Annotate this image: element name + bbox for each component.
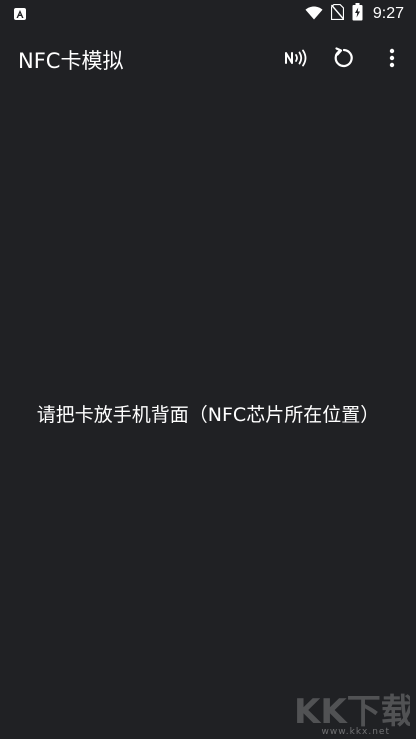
battery-charging-icon — [352, 3, 363, 25]
nfc-button[interactable] — [272, 36, 320, 84]
more-options-button[interactable] — [368, 36, 416, 84]
refresh-button[interactable] — [320, 36, 368, 84]
no-sim-icon — [330, 3, 344, 24]
refresh-icon — [333, 47, 355, 73]
watermark-url: www.kkx.net — [321, 727, 390, 737]
app-bar: NFC卡模拟 — [0, 28, 416, 92]
screen: 9:27 NFC卡模拟 请把卡放手机背面（NFC芯片所在位置） KK下载 www… — [0, 0, 416, 739]
status-clock: 9:27 — [372, 5, 404, 22]
status-left — [14, 8, 26, 20]
wifi-icon — [305, 5, 323, 24]
more-vert-icon — [389, 48, 395, 72]
place-card-message: 请把卡放手机背面（NFC芯片所在位置） — [36, 404, 380, 426]
svg-text:KK下载: KK下载 — [294, 692, 410, 732]
status-bar: 9:27 — [0, 0, 416, 28]
notification-a-icon — [14, 8, 26, 20]
app-title: NFC卡模拟 — [18, 49, 124, 73]
status-right: 9:27 — [305, 3, 404, 25]
app-actions — [272, 36, 416, 84]
nfc-icon — [284, 49, 308, 71]
